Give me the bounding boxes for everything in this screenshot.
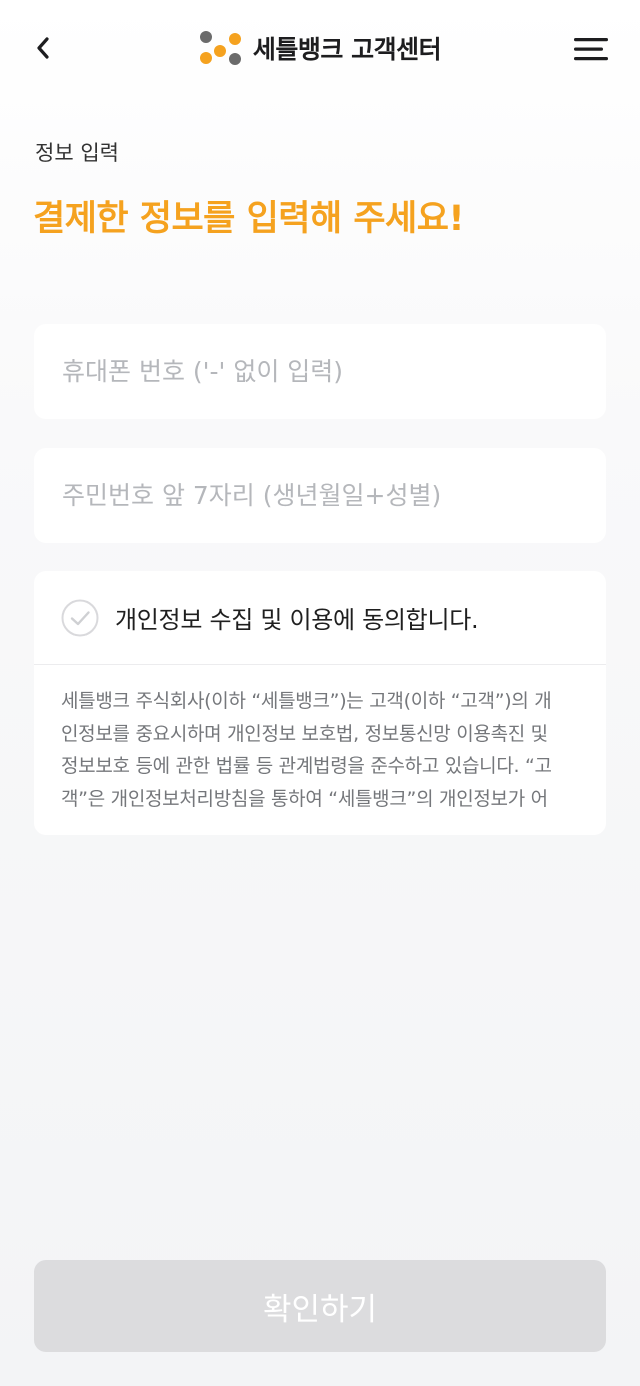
hamburger-menu-icon xyxy=(574,38,608,61)
check-circle-icon xyxy=(61,599,99,636)
phone-field-container xyxy=(34,324,606,419)
step-label: 정보 입력 xyxy=(35,141,119,165)
phone-input[interactable] xyxy=(34,324,606,419)
settlebank-logo-icon xyxy=(199,31,241,65)
rrn-input[interactable] xyxy=(34,448,606,543)
menu-button[interactable] xyxy=(574,34,610,64)
consent-text-line: 세틀뱅크 주식회사(이하 “세틀뱅크”)는 고객(이하 “고객”)의 개 xyxy=(61,690,552,712)
header: 세틀뱅크 고객센터 xyxy=(0,0,640,96)
consent-checkbox[interactable]: 개인정보 수집 및 이용에 동의합니다. xyxy=(34,571,606,664)
consent-label: 개인정보 수집 및 이용에 동의합니다. xyxy=(115,606,479,634)
brand: 세틀뱅크 고객센터 xyxy=(0,28,640,68)
consent-text-line: 정보보호 등에 관한 법률 등 관계법령을 준수하고 있습니다. “고 xyxy=(61,755,552,777)
consent-text-line: 인정보를 중요시하며 개인정보 보호법, 정보통신망 이용촉진 및 xyxy=(61,722,548,745)
consent-card: 개인정보 수집 및 이용에 동의합니다. 세틀뱅크 주식회사(이하 “세틀뱅크”… xyxy=(34,571,606,835)
header-title: 세틀뱅크 고객센터 xyxy=(252,35,442,64)
consent-text-line: 객”은 개인정보처리방침을 통하여 “세틀뱅크”의 개인정보가 어 xyxy=(61,787,548,810)
consent-terms-text: 세틀뱅크 주식회사(이하 “세틀뱅크”)는 고객(이하 “고객”)의 개 인정보… xyxy=(61,685,581,815)
page-headline: 결제한 정보를 입력해 주세요! xyxy=(33,199,464,239)
rrn-field-container xyxy=(34,448,606,543)
divider xyxy=(34,664,606,665)
confirm-button[interactable]: 확인하기 xyxy=(34,1260,606,1352)
